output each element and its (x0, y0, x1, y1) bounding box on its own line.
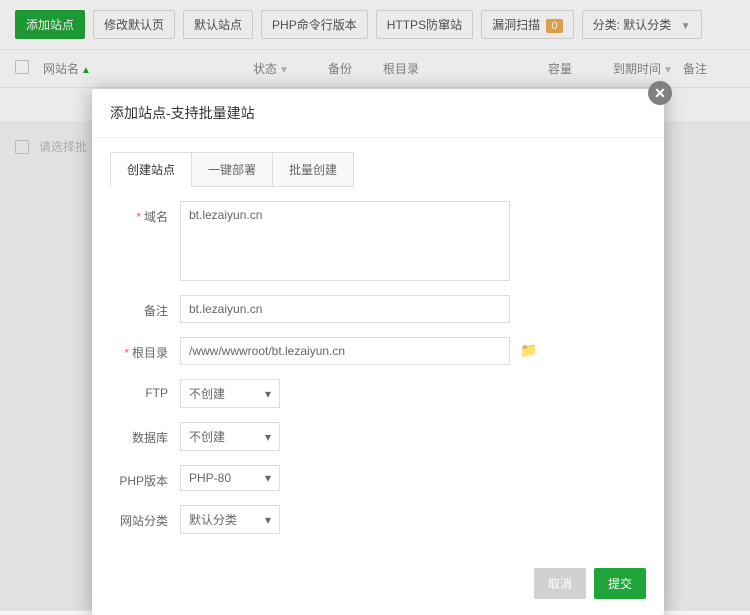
domain-label: 域名 (144, 210, 168, 224)
php-select[interactable]: PHP-80▾ (180, 465, 280, 491)
folder-icon[interactable]: 📁 (520, 337, 537, 359)
root-input[interactable] (180, 337, 510, 365)
form: *域名 bt.lezaiyun.cn 备注 *根目录 📁 FTP 不创建▾ 数据… (92, 187, 664, 556)
domain-input[interactable]: bt.lezaiyun.cn (180, 201, 510, 281)
close-button[interactable]: ✕ (648, 81, 672, 105)
cancel-button[interactable]: 取消 (534, 568, 586, 599)
ftp-select[interactable]: 不创建▾ (180, 379, 280, 408)
close-icon: ✕ (654, 85, 666, 102)
add-site-dialog: ✕ 添加站点-支持批量建站 创建站点 一键部署 批量创建 *域名 bt.leza… (92, 89, 664, 615)
ftp-label: FTP (145, 386, 168, 400)
tab-create[interactable]: 创建站点 (110, 152, 192, 187)
submit-button[interactable]: 提交 (594, 568, 646, 599)
database-select[interactable]: 不创建▾ (180, 422, 280, 451)
chevron-down-icon: ▾ (265, 387, 271, 401)
chevron-down-icon: ▾ (265, 471, 271, 485)
dialog-footer: 取消 提交 (92, 556, 664, 615)
chevron-down-icon: ▾ (265, 430, 271, 444)
database-label: 数据库 (132, 431, 168, 445)
note-label: 备注 (144, 304, 168, 318)
category-label: 网站分类 (120, 514, 168, 528)
tab-deploy[interactable]: 一键部署 (192, 152, 273, 187)
chevron-down-icon: ▾ (265, 513, 271, 527)
php-label: PHP版本 (119, 474, 168, 488)
dialog-tabs: 创建站点 一键部署 批量创建 (92, 138, 664, 187)
tab-batch[interactable]: 批量创建 (273, 152, 354, 187)
root-label: 根目录 (132, 346, 168, 360)
category-select[interactable]: 默认分类▾ (180, 505, 280, 534)
note-input[interactable] (180, 295, 510, 323)
dialog-title: 添加站点-支持批量建站 (92, 89, 664, 138)
